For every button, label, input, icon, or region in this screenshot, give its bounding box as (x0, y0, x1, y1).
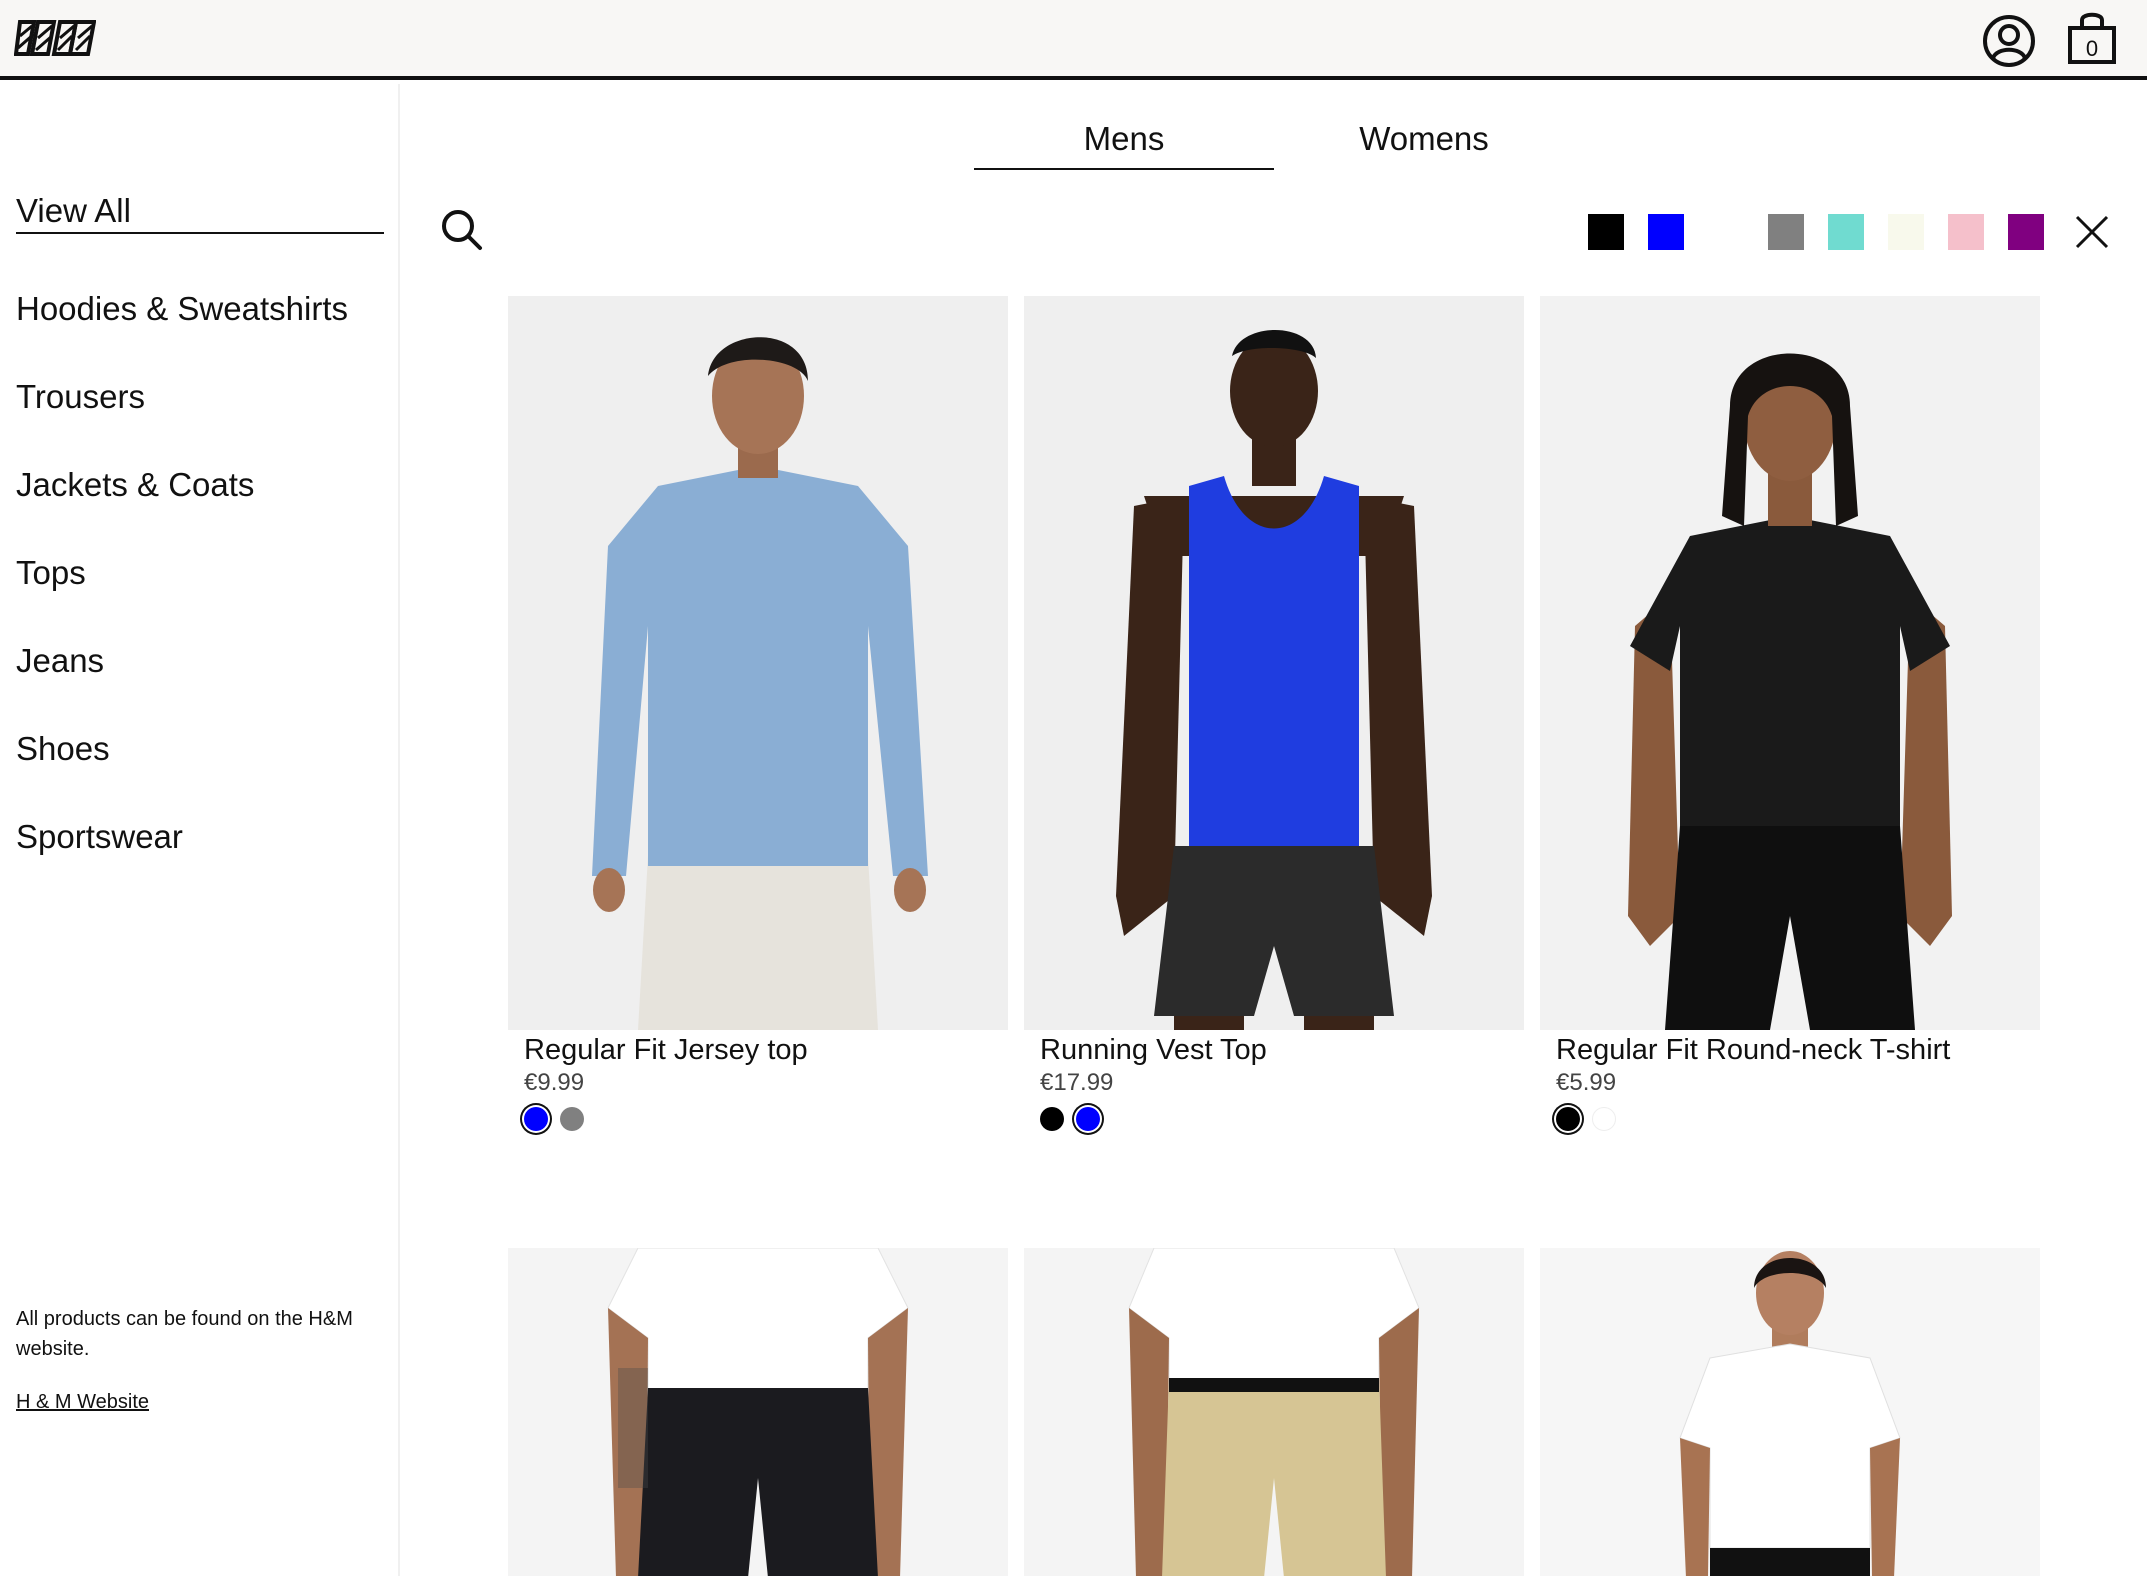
hm-website-link[interactable]: H & M Website (16, 1391, 149, 1414)
product-card[interactable] (508, 1248, 1008, 1576)
category-sidebar: View All Hoodies & Sweatshirts Trousers … (0, 84, 400, 1576)
close-icon[interactable] (2074, 214, 2110, 250)
variant-swatch[interactable] (560, 1107, 584, 1131)
color-variants (1540, 1103, 2040, 1133)
sidebar-item-jeans[interactable]: Jeans (16, 642, 104, 680)
product-card[interactable]: Running Vest Top €17.99 (1024, 296, 1524, 1133)
search-icon[interactable] (440, 208, 484, 252)
color-filter-turquoise[interactable] (1828, 214, 1864, 250)
product-price: €5.99 (1556, 1069, 1617, 1096)
shopping-bag-button[interactable]: 0 (2066, 10, 2118, 66)
color-filter-grey[interactable] (1768, 214, 1804, 250)
color-filter-cream[interactable] (1888, 214, 1924, 250)
product-name[interactable]: Regular Fit Jersey top (508, 1034, 1008, 1067)
color-filter-purple[interactable] (2008, 214, 2044, 250)
sidebar-item-tops[interactable]: Tops (16, 554, 86, 592)
product-card[interactable]: Regular Fit Jersey top €9.99 (508, 296, 1008, 1133)
site-header: 0 (0, 0, 2147, 80)
product-image[interactable] (1540, 1248, 2040, 1576)
variant-swatch[interactable] (1556, 1107, 1580, 1131)
product-name[interactable]: Running Vest Top (1024, 1034, 1524, 1067)
sidebar-item-jackets-coats[interactable]: Jackets & Coats (16, 466, 254, 504)
product-price: €9.99 (524, 1069, 585, 1096)
tab-womens[interactable]: Womens (1274, 120, 1574, 170)
color-filter-pink[interactable] (1948, 214, 1984, 250)
color-filter-blue[interactable] (1648, 214, 1684, 250)
bag-count: 0 (2085, 36, 2099, 61)
color-filter-black[interactable] (1588, 214, 1624, 250)
product-image[interactable] (508, 1248, 1008, 1576)
footer-note: All products can be found on the H&M web… (16, 1308, 353, 1360)
product-image[interactable] (1024, 296, 1524, 1030)
product-image[interactable] (508, 296, 1008, 1030)
account-icon[interactable] (1982, 14, 2036, 68)
product-price: €17.99 (1040, 1069, 1114, 1096)
variant-swatch[interactable] (1592, 1107, 1616, 1131)
sidebar-item-sportswear[interactable]: Sportswear (16, 818, 183, 856)
product-card[interactable]: Regular Fit Round-neck T-shirt €5.99 (1540, 296, 2040, 1133)
color-variants (1024, 1103, 1524, 1133)
color-variants (508, 1103, 1008, 1133)
product-image[interactable] (1024, 1248, 1524, 1576)
brand-logo[interactable] (14, 14, 96, 62)
sidebar-item-shoes[interactable]: Shoes (16, 730, 110, 768)
product-name[interactable]: Regular Fit Round-neck T-shirt (1540, 1034, 2040, 1067)
sidebar-item-trousers[interactable]: Trousers (16, 378, 145, 416)
product-image[interactable] (1540, 296, 2040, 1030)
variant-swatch[interactable] (524, 1107, 548, 1131)
color-filter-white[interactable] (1708, 214, 1744, 250)
tab-mens[interactable]: Mens (974, 120, 1274, 170)
product-card[interactable] (1540, 1248, 2040, 1576)
product-card[interactable] (1024, 1248, 1524, 1576)
variant-swatch[interactable] (1076, 1107, 1100, 1131)
variant-swatch[interactable] (1040, 1107, 1064, 1131)
sidebar-item-view-all[interactable]: View All (16, 192, 384, 234)
sidebar-item-hoodies-sweatshirts[interactable]: Hoodies & Sweatshirts (16, 290, 348, 328)
